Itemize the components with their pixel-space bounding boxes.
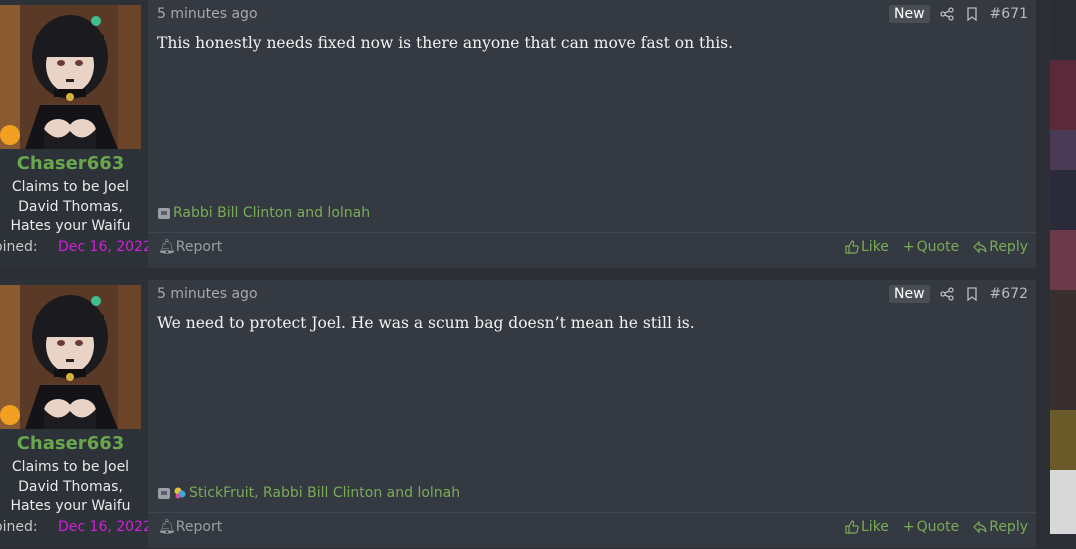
post-time[interactable]: 5 minutes ago: [157, 286, 258, 302]
reaction-icon: [157, 486, 171, 500]
joined-info: oined: Dec 16, 2022: [0, 239, 148, 255]
report-button[interactable]: 🔔︎Report: [158, 519, 222, 535]
quote-button[interactable]: + Quote: [903, 519, 959, 535]
like-button[interactable]: Like: [845, 519, 889, 535]
joined-info: oined: Dec 16, 2022: [0, 519, 148, 535]
quote-button[interactable]: + Quote: [903, 239, 959, 255]
reactions-bar[interactable]: StickFruit, Rabbi Bill Clinton and lolna…: [157, 485, 460, 501]
post-footer: 🔔︎Report Like + Quote Reply: [148, 512, 1036, 549]
share-icon[interactable]: [939, 7, 954, 21]
joined-label: oined:: [0, 519, 38, 535]
joined-label: oined:: [0, 239, 38, 255]
report-button[interactable]: 🔔︎Report: [158, 239, 222, 255]
post-672: Chaser663 Claims to be Joel David Thomas…: [0, 280, 1036, 548]
reaction-icon: [157, 206, 171, 220]
bookmark-icon[interactable]: [966, 7, 978, 21]
avatar[interactable]: [0, 5, 141, 149]
thumbs-up-icon: [845, 520, 859, 534]
like-button[interactable]: Like: [845, 239, 889, 255]
joined-date: Dec 16, 2022: [58, 239, 148, 255]
post-top-actions: New #671: [889, 3, 1028, 25]
new-badge: New: [889, 5, 930, 23]
username[interactable]: Chaser663: [0, 433, 141, 454]
footer-actions: Like + Quote Reply: [845, 519, 1028, 535]
footer-actions: Like + Quote Reply: [845, 239, 1028, 255]
quote-label: Quote: [916, 519, 960, 535]
report-label: Report: [175, 239, 223, 255]
post-671: Chaser663 Claims to be Joel David Thomas…: [0, 0, 1036, 268]
username[interactable]: Chaser663: [0, 153, 141, 174]
plus-icon: +: [902, 519, 915, 535]
reply-arrow-icon: [973, 240, 987, 254]
post-content: This honestly needs fixed now is there a…: [157, 34, 734, 52]
reactions-text[interactable]: Rabbi Bill Clinton and lolnah: [173, 205, 370, 221]
like-label: Like: [861, 239, 889, 255]
reply-label: Reply: [989, 239, 1028, 255]
background-art-strip: [1050, 0, 1076, 534]
like-label: Like: [861, 519, 889, 535]
user-title: Claims to be Joel David Thomas, Hates yo…: [10, 179, 131, 234]
reply-button[interactable]: Reply: [973, 519, 1028, 535]
reaction-icon: [173, 486, 187, 500]
thumbs-up-icon: [845, 240, 859, 254]
reactions-text[interactable]: StickFruit, Rabbi Bill Clinton and lolna…: [189, 485, 460, 501]
user-info: Chaser663 Claims to be Joel David Thomas…: [0, 0, 148, 268]
plus-icon: +: [902, 239, 915, 255]
post-number[interactable]: #672: [990, 286, 1028, 302]
reply-arrow-icon: [973, 520, 987, 534]
report-label: Report: [175, 519, 223, 535]
avatar[interactable]: [0, 285, 141, 429]
post-time[interactable]: 5 minutes ago: [157, 6, 258, 22]
post-content: We need to protect Joel. He was a scum b…: [157, 314, 695, 332]
reply-label: Reply: [989, 519, 1028, 535]
post-number[interactable]: #671: [990, 6, 1028, 22]
reactions-bar[interactable]: Rabbi Bill Clinton and lolnah: [157, 205, 370, 221]
reply-button[interactable]: Reply: [973, 239, 1028, 255]
new-badge: New: [889, 285, 930, 303]
bell-icon: 🔔︎: [158, 519, 176, 535]
user-info: Chaser663 Claims to be Joel David Thomas…: [0, 280, 148, 548]
post-footer: 🔔︎Report Like + Quote Reply: [148, 232, 1036, 269]
quote-label: Quote: [916, 239, 960, 255]
joined-date: Dec 16, 2022: [58, 519, 148, 535]
bell-icon: 🔔︎: [158, 239, 176, 255]
user-title: Claims to be Joel David Thomas, Hates yo…: [10, 459, 131, 514]
post-top-actions: New #672: [889, 283, 1028, 305]
bookmark-icon[interactable]: [966, 287, 978, 301]
share-icon[interactable]: [939, 287, 954, 301]
